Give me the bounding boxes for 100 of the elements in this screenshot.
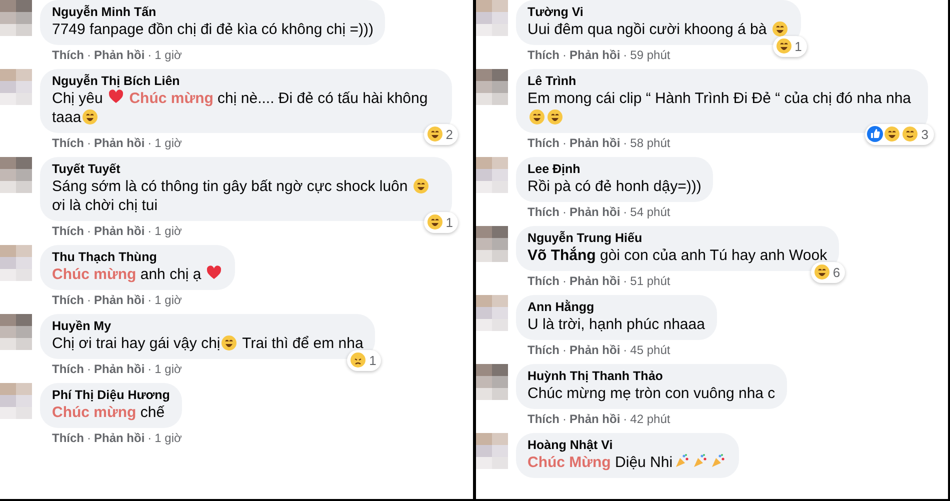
comment-time[interactable]: 1 giờ <box>154 431 182 445</box>
avatar-placeholder <box>476 0 508 36</box>
like-link[interactable]: Thích <box>528 343 560 357</box>
reply-link[interactable]: Phản hồi <box>94 48 145 62</box>
comment-time[interactable]: 45 phút <box>630 343 670 357</box>
separator-dot: · <box>87 48 91 62</box>
commenter-name[interactable]: Thu Thạch Thùng <box>52 250 224 265</box>
comment-time[interactable]: 54 phút <box>630 205 670 219</box>
comment-text: Chúc mừng mẹ tròn con vuông nha c <box>528 384 776 403</box>
commenter-name[interactable]: Tường Vi <box>528 5 789 20</box>
reaction-badge[interactable]: 6 <box>810 262 846 283</box>
reply-link[interactable]: Phản hồi <box>570 343 620 357</box>
reply-link[interactable]: Phản hồi <box>570 274 620 288</box>
like-link[interactable]: Thích <box>52 224 84 238</box>
commenter-name[interactable]: Lee Định <box>528 162 702 177</box>
commenter-name[interactable]: Lê Trình <box>528 74 916 89</box>
avatar-placeholder <box>0 383 32 419</box>
reaction-count: 2 <box>446 126 454 144</box>
reply-link[interactable]: Phản hồi <box>570 136 620 150</box>
separator-dot: · <box>148 136 152 150</box>
reply-link[interactable]: Phản hồi <box>94 224 145 238</box>
separator-dot: · <box>87 293 91 307</box>
commenter-name[interactable]: Huyền My <box>52 319 364 334</box>
commenter-name[interactable]: Nguyễn Minh Tấn <box>52 5 374 20</box>
laughing-face-icon <box>884 126 900 142</box>
reaction-badge[interactable]: 1 <box>772 36 807 57</box>
reaction-badge[interactable]: 3 <box>865 124 934 145</box>
reaction-count: 1 <box>446 214 454 232</box>
emoji-icon <box>772 21 788 37</box>
reply-link[interactable]: Phản hồi <box>570 205 620 219</box>
heart-icon <box>108 89 124 105</box>
like-link[interactable]: Thích <box>528 136 560 150</box>
reply-link[interactable]: Phản hồi <box>570 412 620 426</box>
like-link[interactable]: Thích <box>528 48 560 62</box>
avatar-placeholder <box>476 295 508 331</box>
separator-dot: · <box>623 274 628 288</box>
heart-icon <box>206 265 222 281</box>
avatar-placeholder <box>0 157 32 193</box>
like-link[interactable]: Thích <box>52 48 84 62</box>
reply-link[interactable]: Phản hồi <box>94 293 145 307</box>
reaction-badge[interactable]: 1 <box>424 212 458 233</box>
thumbs-up-icon <box>867 126 884 142</box>
avatar-placeholder <box>476 69 508 105</box>
comment-text: Chúc Mừng Diệu Nhi <box>528 453 727 472</box>
separator-dot: · <box>562 136 566 150</box>
comment-text: Chúc mừng chế <box>52 403 166 422</box>
comment-text: Rồi pà có đẻ honh dậy=))) <box>528 177 702 196</box>
reaction-count: 6 <box>832 264 842 282</box>
separator-dot: · <box>623 48 628 62</box>
comment-time[interactable]: 1 giờ <box>154 224 182 238</box>
like-link[interactable]: Thích <box>52 136 84 150</box>
emoji-icon <box>546 109 562 125</box>
separator-dot: · <box>562 412 566 426</box>
reply-link[interactable]: Phản hồi <box>94 136 145 150</box>
comment-time[interactable]: 42 phút <box>630 412 670 426</box>
separator-dot: · <box>562 343 566 357</box>
comment-time[interactable]: 59 phút <box>630 48 670 62</box>
emoji-icon <box>82 109 98 125</box>
avatar-placeholder <box>476 364 508 400</box>
avatar-placeholder <box>0 314 32 350</box>
separator-dot: · <box>87 431 91 445</box>
laughing-face-icon <box>814 264 830 280</box>
like-link[interactable]: Thích <box>528 412 560 426</box>
comment-time[interactable]: 51 phút <box>630 274 670 288</box>
comment-time[interactable]: 1 giờ <box>154 293 182 307</box>
comment-time[interactable]: 1 giờ <box>154 48 182 62</box>
commenter-name[interactable]: Nguyễn Thị Bích Liên <box>52 74 440 89</box>
like-link[interactable]: Thích <box>52 431 84 445</box>
hugging-face-icon <box>902 126 918 142</box>
like-link[interactable]: Thích <box>528 205 560 219</box>
commenter-name[interactable]: Nguyễn Trung Hiếu <box>528 231 828 246</box>
avatar-placeholder <box>476 226 508 262</box>
commenter-name[interactable]: Phí Thị Diệu Hương <box>52 388 170 403</box>
avatar-placeholder <box>476 433 508 469</box>
emoji-icon <box>528 109 544 125</box>
like-link[interactable]: Thích <box>528 274 560 288</box>
commenter-name[interactable]: Ann Hằngg <box>528 300 705 315</box>
commenter-name[interactable]: Huỳnh Thị Thanh Thảo <box>528 369 776 384</box>
reply-link[interactable]: Phản hồi <box>570 48 620 62</box>
commenter-name[interactable]: Hoàng Nhật Vi <box>528 438 727 453</box>
separator-dot: · <box>562 48 566 62</box>
comment-time[interactable]: 1 giờ <box>154 362 182 376</box>
reaction-badge[interactable]: 1 <box>347 350 382 371</box>
separator-dot: · <box>562 205 566 219</box>
party-popper-icon <box>710 453 726 469</box>
reaction-badge[interactable]: 2 <box>424 124 458 145</box>
like-link[interactable]: Thích <box>52 362 84 376</box>
laughing-face-icon <box>426 214 443 230</box>
reply-link[interactable]: Phản hồi <box>94 431 145 445</box>
like-link[interactable]: Thích <box>52 293 84 307</box>
commenter-name[interactable]: Tuyết Tuyết <box>52 162 440 177</box>
comment-time[interactable]: 58 phút <box>630 136 670 150</box>
reaction-count: 1 <box>794 38 803 56</box>
comment-text: Chúc mừng anh chị ạ <box>52 265 224 284</box>
reply-link[interactable]: Phản hồi <box>94 362 145 376</box>
comment-time[interactable]: 1 giờ <box>154 136 182 150</box>
separator-dot: · <box>562 274 566 288</box>
reaction-count: 1 <box>369 352 378 370</box>
party-popper-icon <box>692 453 708 469</box>
separator-dot: · <box>148 362 152 376</box>
